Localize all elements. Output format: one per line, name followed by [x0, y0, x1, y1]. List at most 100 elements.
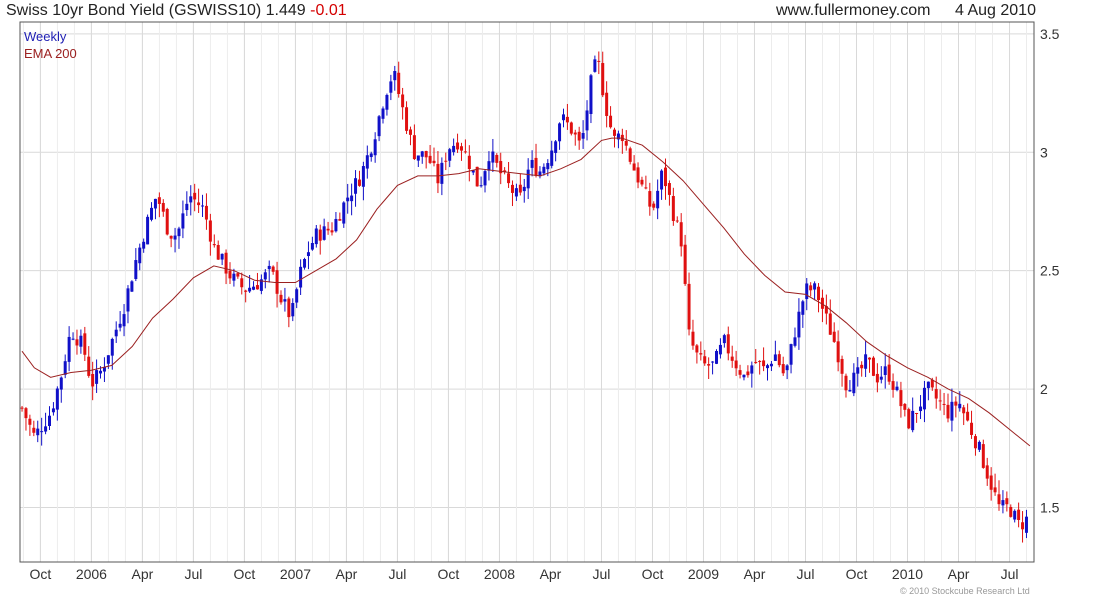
candle-body-up [785, 365, 789, 371]
candle-body-up [440, 162, 444, 184]
candle-body-down [412, 135, 416, 160]
candle-body-up [106, 355, 110, 364]
candle-body-up [895, 386, 899, 391]
x-tick-label: Oct [30, 566, 52, 582]
candle-body-down [962, 407, 966, 414]
candle-body-up [766, 365, 770, 369]
candle-body-down [993, 487, 997, 493]
candle-body-down [1017, 509, 1021, 520]
candle-body-down [193, 192, 197, 200]
candle-body-down [860, 364, 864, 369]
candle-body-up [173, 235, 177, 240]
candle-body-up [95, 370, 99, 384]
candle-body-up [522, 186, 526, 192]
candle-body-down [408, 129, 412, 135]
candle-body-up [656, 190, 660, 209]
candle-body-up [514, 188, 518, 197]
y-tick-label: 2.5 [1040, 263, 1060, 279]
candle-body-up [452, 145, 456, 153]
x-tick-label: 2010 [892, 566, 923, 582]
site-url[interactable]: www.fullermoney.com [776, 2, 930, 20]
candle-body-down [675, 220, 679, 222]
candle-body-up [581, 133, 585, 139]
candle-body-up [299, 266, 303, 288]
candle-body-up [248, 287, 252, 292]
x-tick-label: Apr [948, 566, 970, 582]
candle-body-up [126, 288, 130, 312]
candle-body-down [236, 273, 240, 277]
candle-body-up [306, 252, 310, 257]
title-change: -0.01 [310, 2, 347, 19]
candle-body-down [573, 132, 577, 135]
candle-body-down [1005, 498, 1009, 505]
candle-body-down [169, 235, 173, 239]
candle-body-down [754, 362, 758, 364]
candle-body-up [487, 161, 491, 171]
candle-body-down [707, 364, 711, 366]
candle-body-up [393, 70, 397, 81]
candle-body-down [208, 220, 212, 242]
candle-body-up [769, 363, 773, 367]
candle-body-down [605, 92, 609, 116]
candle-body-down [432, 160, 436, 164]
candle-body-up [201, 205, 205, 207]
candle-body-down [836, 341, 840, 363]
candle-body-up [346, 197, 350, 202]
candle-body-up [134, 260, 138, 279]
candle-body-up [558, 123, 562, 142]
candle-body-up [911, 410, 915, 431]
x-tick-label: Apr [540, 566, 562, 582]
candle-body-up [530, 159, 534, 168]
candle-body-up [122, 314, 126, 327]
x-tick-label: Jul [1001, 566, 1019, 582]
candle-body-up [797, 311, 801, 338]
candle-body-down [997, 494, 1001, 505]
candle-body-up [483, 171, 487, 186]
x-tick-label: Jul [593, 566, 611, 582]
candle-body-up [919, 406, 923, 412]
candle-body-up [385, 94, 389, 110]
x-tick-label: 2007 [280, 566, 311, 582]
candle-body-down [942, 403, 946, 405]
candle-body-up [373, 139, 377, 156]
candle-body-down [628, 148, 632, 162]
y-tick-label: 3 [1040, 144, 1048, 160]
candle-body-down [279, 294, 283, 303]
candle-body-up [252, 286, 256, 290]
candle-body-down [699, 353, 703, 355]
candle-body-up [926, 381, 930, 389]
y-tick-label: 2 [1040, 381, 1048, 397]
x-tick-label: Apr [132, 566, 154, 582]
candle-body-up [354, 178, 358, 194]
candle-body-down [157, 197, 161, 204]
candle-body-down [1021, 522, 1025, 530]
candle-body-down [612, 129, 616, 136]
candle-body-up [55, 388, 59, 410]
candle-body-up [742, 374, 746, 378]
candle-body-down [966, 411, 970, 421]
candle-body-up [883, 366, 887, 375]
candle-body-up [554, 141, 558, 153]
candle-body-down [197, 202, 201, 206]
candle-body-down [212, 244, 216, 246]
candle-body-down [216, 244, 220, 260]
candle-body-up [718, 344, 722, 355]
y-tick-label: 1.5 [1040, 500, 1060, 516]
candle-body-down [817, 286, 821, 301]
candle-body-down [32, 427, 36, 433]
legend-weekly: Weekly [24, 29, 67, 44]
candle-body-down [871, 357, 875, 376]
candle-body-down [436, 163, 440, 184]
candle-body-up [314, 228, 318, 245]
candle-body-up [267, 265, 271, 270]
x-gridlines [22, 22, 1028, 562]
candle-body-up [334, 218, 338, 232]
candle-body-up [542, 166, 546, 174]
candle-body-down [510, 184, 514, 193]
candle-body-up [181, 213, 185, 229]
candle-body-up [852, 372, 856, 394]
candle-body-down [424, 150, 428, 158]
candle-body-down [746, 371, 750, 376]
candle-body-up [220, 253, 224, 260]
candle-body-up [381, 108, 385, 119]
